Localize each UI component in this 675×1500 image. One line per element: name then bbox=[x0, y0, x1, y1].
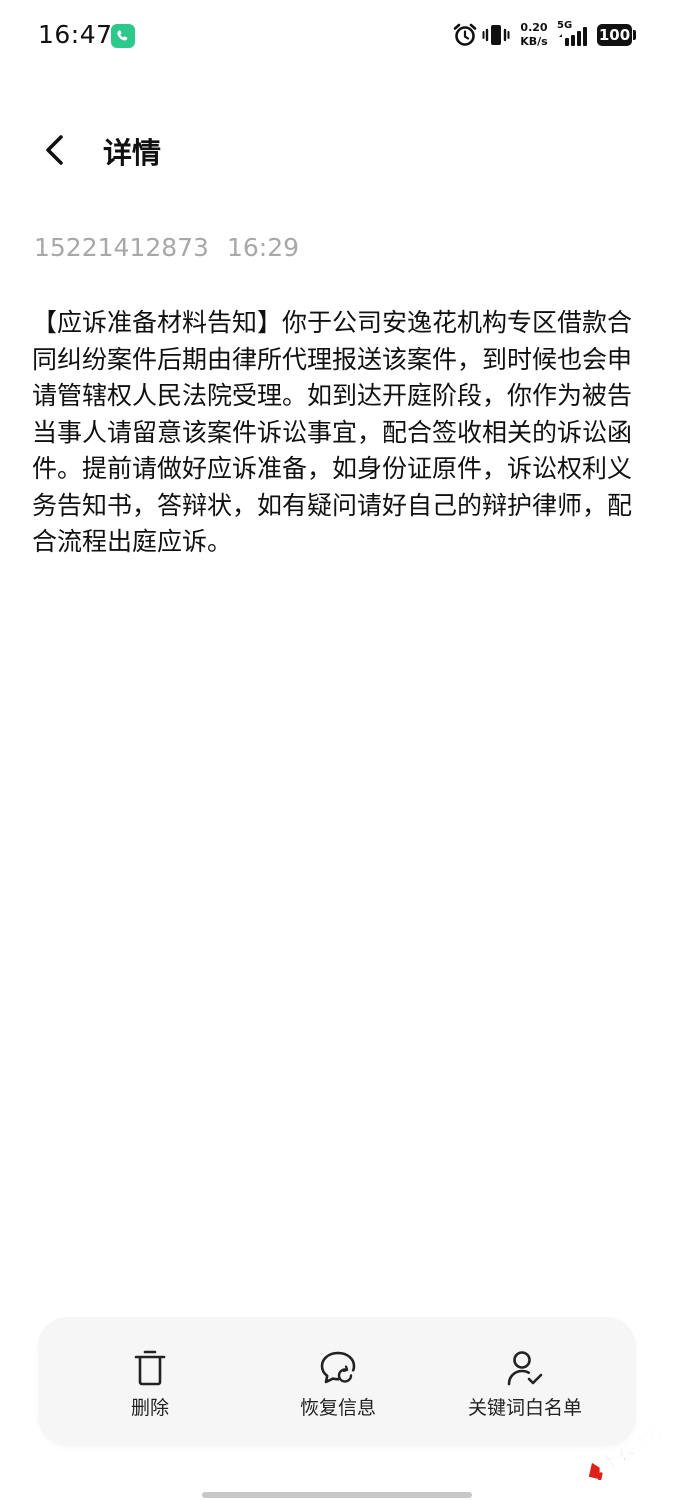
signal-icon bbox=[556, 20, 592, 52]
message-time: 16:29 bbox=[227, 233, 300, 262]
battery-level: 100 bbox=[598, 26, 631, 44]
delete-label: 删除 bbox=[130, 1397, 169, 1419]
user-check-icon bbox=[505, 1349, 545, 1391]
page-title: 详情 bbox=[103, 136, 162, 170]
battery-tip bbox=[633, 30, 636, 40]
network-speed-unit: KB/s bbox=[520, 35, 548, 48]
back-button[interactable] bbox=[30, 125, 80, 175]
message-body: 【应诉准备材料告知】你于公司安逸花机构专区借款合同纠纷案件后期由律所代理报送该案… bbox=[32, 308, 633, 556]
battery-icon: 100 bbox=[597, 24, 632, 46]
chat-restore-icon bbox=[318, 1349, 358, 1391]
keyword-whitelist-label: 关键词白名单 bbox=[467, 1397, 582, 1419]
network-speed-value: 0.20 bbox=[520, 21, 548, 34]
action-bar: 删除 恢复信息 关键词白名单 bbox=[38, 1317, 636, 1446]
watermark-logo: 卡农社区 bbox=[574, 1420, 674, 1484]
alarm-icon bbox=[452, 22, 478, 52]
watermark-text: 卡农社区 bbox=[598, 1421, 667, 1475]
sender-number: 15221412873 bbox=[34, 233, 209, 262]
delete-button[interactable]: 删除 bbox=[90, 1317, 210, 1446]
status-time: 16:47 bbox=[38, 20, 113, 49]
restore-message-button[interactable]: 恢复信息 bbox=[278, 1317, 398, 1446]
restore-message-label: 恢复信息 bbox=[299, 1397, 376, 1419]
network-speed: 0.20 KB/s bbox=[518, 21, 550, 49]
status-bar: 16:47 0.20 KB/s 5G 100 bbox=[0, 0, 675, 72]
home-indicator[interactable] bbox=[202, 1492, 472, 1498]
chevron-left-icon bbox=[46, 135, 63, 165]
vibrate-icon bbox=[482, 22, 510, 52]
call-icon bbox=[111, 24, 135, 48]
trash-icon bbox=[132, 1349, 168, 1391]
